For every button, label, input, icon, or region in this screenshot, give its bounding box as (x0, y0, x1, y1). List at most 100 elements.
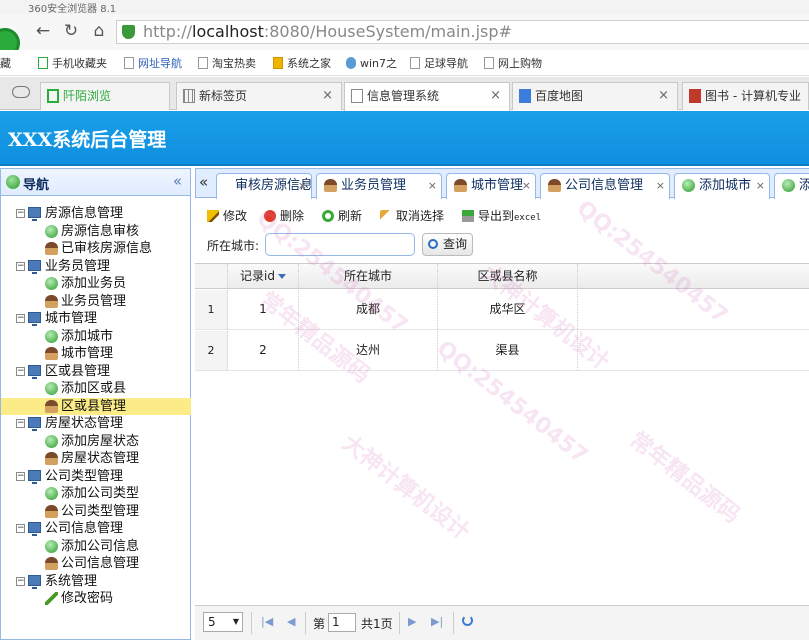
prev-page-icon[interactable]: ◀ (287, 615, 295, 628)
edit-button[interactable]: 修改 (207, 207, 247, 224)
delete-button[interactable]: 删除 (264, 207, 304, 224)
nav-item-label: 公司类型管理 (61, 503, 140, 519)
table-row[interactable]: 1 1 成都 成华区 (195, 290, 809, 330)
close-tab-icon[interactable]: × (428, 174, 437, 198)
nav-item[interactable]: 区或县管理 (1, 397, 191, 415)
close-tab-icon[interactable]: × (756, 174, 765, 198)
reload-icon[interactable]: ↻ (60, 20, 82, 42)
nav-item[interactable]: 房屋状态管理 (1, 450, 191, 468)
nav-item[interactable]: 添加业务员 (1, 275, 191, 293)
nav-group[interactable]: − 公司类型管理 (1, 468, 191, 486)
page-size-select[interactable]: 5 (203, 612, 243, 632)
collapse-icon[interactable]: « (173, 172, 182, 190)
address-url[interactable]: http://localhost:8080/HouseSystem/main.j… (143, 22, 512, 41)
bookmark-item[interactable]: 藏 (0, 55, 11, 71)
sort-desc-icon[interactable] (277, 274, 286, 279)
export-excel-button[interactable]: 导出到excel (462, 207, 541, 224)
nav-item[interactable]: 添加房屋状态 (1, 433, 191, 451)
nav-item[interactable]: 城市管理 (1, 345, 191, 363)
add-icon (45, 329, 58, 343)
browser-tab[interactable]: 百度地图 × (512, 82, 678, 110)
nav-item[interactable]: 业务员管理 (1, 293, 191, 311)
tab-page-icon (47, 89, 59, 103)
browser-tab[interactable]: 阡陌浏览 (40, 82, 170, 110)
cloud-sync-icon[interactable] (12, 86, 30, 98)
cancel-select-button[interactable]: 取消选择 (380, 207, 444, 224)
refresh-button[interactable]: 刷新 (322, 207, 362, 224)
bookmark-item[interactable]: 足球导航 (410, 55, 468, 71)
nav-group[interactable]: − 房屋状态管理 (1, 415, 191, 433)
nav-group[interactable]: − 区或县管理 (1, 363, 191, 381)
nav-group[interactable]: − 业务员管理 (1, 258, 191, 276)
nav-item[interactable]: 添加城市 (1, 328, 191, 346)
nav-item[interactable]: 添加区或县 (1, 380, 191, 398)
column-header-city[interactable]: 所在城市 (299, 264, 438, 288)
bookmark-item[interactable]: 手机收藏夹 (38, 55, 107, 71)
cell-id[interactable]: 1 (228, 290, 299, 329)
nav-group[interactable]: − 房源信息管理 (1, 205, 191, 223)
column-header-id[interactable]: 记录id (228, 264, 299, 288)
close-tab-icon[interactable]: × (522, 174, 531, 198)
last-page-icon[interactable]: ▶| (431, 615, 443, 628)
bookmark-item[interactable]: 网址导航 (124, 55, 182, 71)
nav-item[interactable]: 添加公司类型 (1, 485, 191, 503)
nav-group[interactable]: − 系统管理 (1, 573, 191, 591)
bookmark-item[interactable]: win7之 (346, 55, 397, 71)
content-tab[interactable]: 公司信息管理 × (540, 173, 670, 199)
nav-group[interactable]: − 城市管理 (1, 310, 191, 328)
nav-item[interactable]: 公司类型管理 (1, 503, 191, 521)
cell-district[interactable]: 渠县 (438, 331, 578, 370)
content-tab-label: 业务员管理 (341, 178, 407, 193)
content-tab[interactable]: 添加城市 × (674, 173, 770, 199)
computer-icon (28, 469, 41, 484)
page-number-input[interactable]: 1 (328, 613, 356, 632)
nav-item[interactable]: 已审核房源信息 (1, 240, 191, 258)
bookmark-item[interactable]: 淘宝热卖 (198, 55, 256, 71)
tab-scroll-left-icon[interactable]: « (199, 173, 208, 191)
close-tab-icon[interactable]: × (322, 83, 333, 109)
collapse-toggle-icon[interactable]: − (16, 419, 25, 428)
home-icon[interactable]: ⌂ (88, 20, 110, 42)
column-header-district[interactable]: 区或县名称 (438, 264, 578, 288)
nav-item[interactable]: 公司信息管理 (1, 555, 191, 573)
close-tab-icon[interactable]: × (656, 174, 665, 198)
collapse-toggle-icon[interactable]: − (16, 366, 25, 376)
cell-city[interactable]: 成都 (299, 290, 438, 329)
browser-tab[interactable]: 新标签页 × (176, 82, 342, 110)
content-tab[interactable]: 城市管理 × (446, 173, 536, 199)
search-button[interactable]: 查询 (422, 233, 473, 256)
collapse-toggle-icon[interactable]: − (16, 576, 25, 586)
collapse-toggle-icon[interactable]: − (16, 471, 25, 481)
pager-refresh-icon[interactable] (462, 615, 473, 626)
close-tab-icon[interactable]: × (658, 83, 669, 109)
content-tab[interactable]: 添 (774, 173, 809, 199)
pagination-bar: 5 |◀ ◀ 第 1 共1页 ▶ ▶| (195, 605, 809, 640)
first-page-icon[interactable]: |◀ (261, 615, 273, 628)
collapse-toggle-icon[interactable]: − (16, 209, 25, 218)
close-tab-icon[interactable]: × (490, 83, 501, 109)
collapse-toggle-icon[interactable]: − (16, 524, 25, 533)
cell-id[interactable]: 2 (228, 331, 299, 370)
collapse-toggle-icon[interactable]: − (16, 314, 25, 323)
cell-city[interactable]: 达州 (299, 331, 438, 370)
next-page-icon[interactable]: ▶ (408, 615, 416, 628)
browser-tab[interactable]: 图书 - 计算机专业 (682, 82, 809, 110)
nav-item[interactable]: 房源信息审核 (1, 223, 191, 241)
city-search-input[interactable] (265, 233, 415, 256)
nav-item[interactable]: 添加公司信息 (1, 538, 191, 556)
bookmark-item[interactable]: 网上购物 (484, 55, 542, 71)
nav-group[interactable]: − 公司信息管理 (1, 520, 191, 538)
browser-tab-bar: 阡陌浏览 新标签页 × 信息管理系统 × 百度地图 × 图书 - 计算机专业 (0, 77, 809, 111)
bookmark-item[interactable]: 系统之家 (273, 55, 331, 71)
cell-district[interactable]: 成华区 (438, 290, 578, 329)
close-tab-icon[interactable]: × (298, 174, 307, 198)
computer-icon (28, 522, 41, 536)
collapse-toggle-icon[interactable]: − (16, 261, 25, 271)
back-icon[interactable]: ← (32, 20, 54, 42)
content-tab[interactable]: 审核房源信息 × (216, 173, 312, 199)
nav-item[interactable]: 修改密码 (1, 590, 191, 608)
content-tab[interactable]: 业务员管理 × (316, 173, 442, 199)
browser-tab-active[interactable]: 信息管理系统 × (344, 82, 510, 111)
address-bar[interactable]: http://localhost:8080/HouseSystem/main.j… (116, 20, 809, 44)
table-row[interactable]: 2 2 达州 渠县 (195, 331, 809, 371)
